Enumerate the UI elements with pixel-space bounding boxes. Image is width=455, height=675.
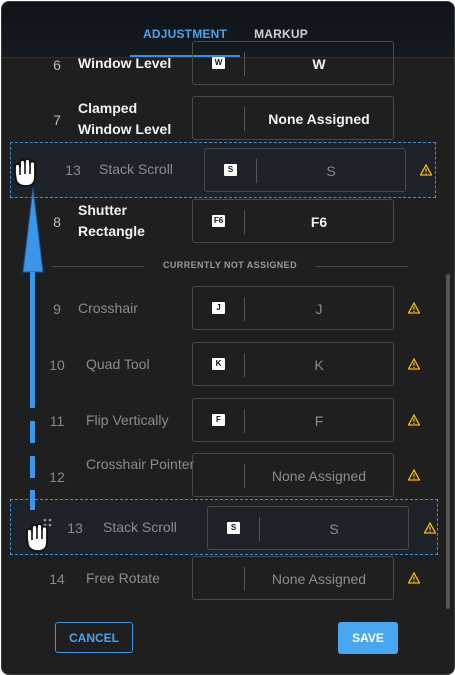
shortcut-value: F: [314, 413, 324, 429]
shortcut-field[interactable]: S S: [204, 148, 406, 192]
row-label: Window Level: [78, 55, 172, 71]
shortcut-value: W: [312, 56, 326, 72]
warning-icon: [408, 414, 420, 426]
warning-icon: [408, 572, 420, 584]
shortcut-row-free-rotate[interactable]: 14 Free Rotate None Assigned: [2, 556, 454, 608]
row-label: Free Rotate: [86, 570, 160, 586]
cancel-button[interactable]: CANCEL: [55, 622, 133, 653]
shortcut-field[interactable]: F F: [192, 398, 394, 442]
grab-hand-icon: [26, 523, 48, 552]
warning-icon: [408, 302, 420, 314]
row-label: Shutter Rectangle: [78, 202, 145, 239]
shortcut-value: F6: [310, 214, 328, 230]
shortcut-value: K: [314, 357, 324, 373]
shortcut-row-window-level[interactable]: 6 Window Level W W: [2, 39, 454, 91]
shortcut-row-shutter-rectangle[interactable]: 8 Shutter Rectangle F6 F6: [2, 199, 454, 251]
shortcut-value: S: [329, 521, 339, 537]
shortcut-value: S: [326, 163, 336, 179]
scrollbar[interactable]: [446, 274, 450, 609]
row-label: Clamped Window Level: [78, 100, 172, 137]
drag-direction-arrow: [22, 188, 44, 510]
row-number: 7: [53, 112, 61, 128]
row-label: Crosshair Pointer: [86, 456, 195, 472]
shortcut-field[interactable]: None Assigned: [192, 453, 394, 497]
row-label: Stack Scroll: [103, 519, 177, 535]
shortcut-field[interactable]: None Assigned: [192, 556, 394, 600]
shortcut-row-crosshair-pointer[interactable]: 12 Crosshair Pointer None Assigned: [2, 453, 454, 505]
shortcut-row-crosshair[interactable]: 9 Crosshair J J: [2, 286, 454, 338]
row-label: Flip Vertically: [86, 412, 169, 428]
drop-placeholder-stack-scroll[interactable]: 13 Stack Scroll S S: [10, 142, 436, 198]
key-badge: S: [224, 164, 237, 176]
shortcut-row-quad-tool[interactable]: 10 Quad Tool K K: [2, 342, 454, 394]
shortcut-field[interactable]: None Assigned: [192, 96, 394, 140]
section-divider-label: CURRENTLY NOT ASSIGNED: [163, 260, 297, 270]
row-number: 6: [53, 57, 61, 73]
shortcut-value: None Assigned: [271, 571, 367, 587]
row-label: Stack Scroll: [99, 161, 173, 177]
key-badge: J: [212, 302, 225, 314]
shortcut-dialog: ADJUSTMENT MARKUP 6 Window Level W W 7 C…: [1, 1, 455, 675]
warning-icon: [424, 522, 436, 534]
shortcut-field[interactable]: W W: [192, 41, 394, 85]
warning-icon: [408, 358, 420, 370]
shortcut-value: J: [315, 301, 323, 317]
row-label: Crosshair: [78, 300, 138, 316]
key-badge: F: [212, 414, 225, 426]
shortcut-row-flip-vertically[interactable]: 11 Flip Vertically F F: [2, 398, 454, 450]
divider-line-left: [52, 266, 144, 267]
dragged-row-stack-scroll[interactable]: 13 Stack Scroll S S: [10, 499, 438, 555]
key-badge: W: [212, 57, 225, 69]
shortcut-field[interactable]: J J: [192, 286, 394, 330]
shortcut-value: None Assigned: [268, 111, 370, 127]
shortcut-value: None Assigned: [271, 468, 367, 484]
shortcut-field[interactable]: F6 F6: [192, 199, 394, 243]
row-number: 13: [65, 162, 81, 178]
key-badge: K: [212, 358, 225, 370]
key-badge: F6: [212, 215, 225, 227]
shortcut-field[interactable]: S S: [207, 506, 409, 550]
warning-icon: [408, 469, 420, 481]
key-badge: S: [227, 522, 240, 534]
save-button[interactable]: SAVE: [338, 622, 398, 654]
row-number: 13: [67, 520, 83, 536]
shortcut-row-clamped-window-level[interactable]: 7 Clamped Window Level None Assigned: [2, 96, 454, 148]
shortcut-field[interactable]: K K: [192, 342, 394, 386]
grab-hand-icon: [14, 158, 36, 187]
warning-icon: [420, 164, 432, 176]
row-label: Quad Tool: [86, 356, 150, 372]
row-number: 14: [49, 571, 65, 587]
divider-line-right: [316, 266, 408, 267]
